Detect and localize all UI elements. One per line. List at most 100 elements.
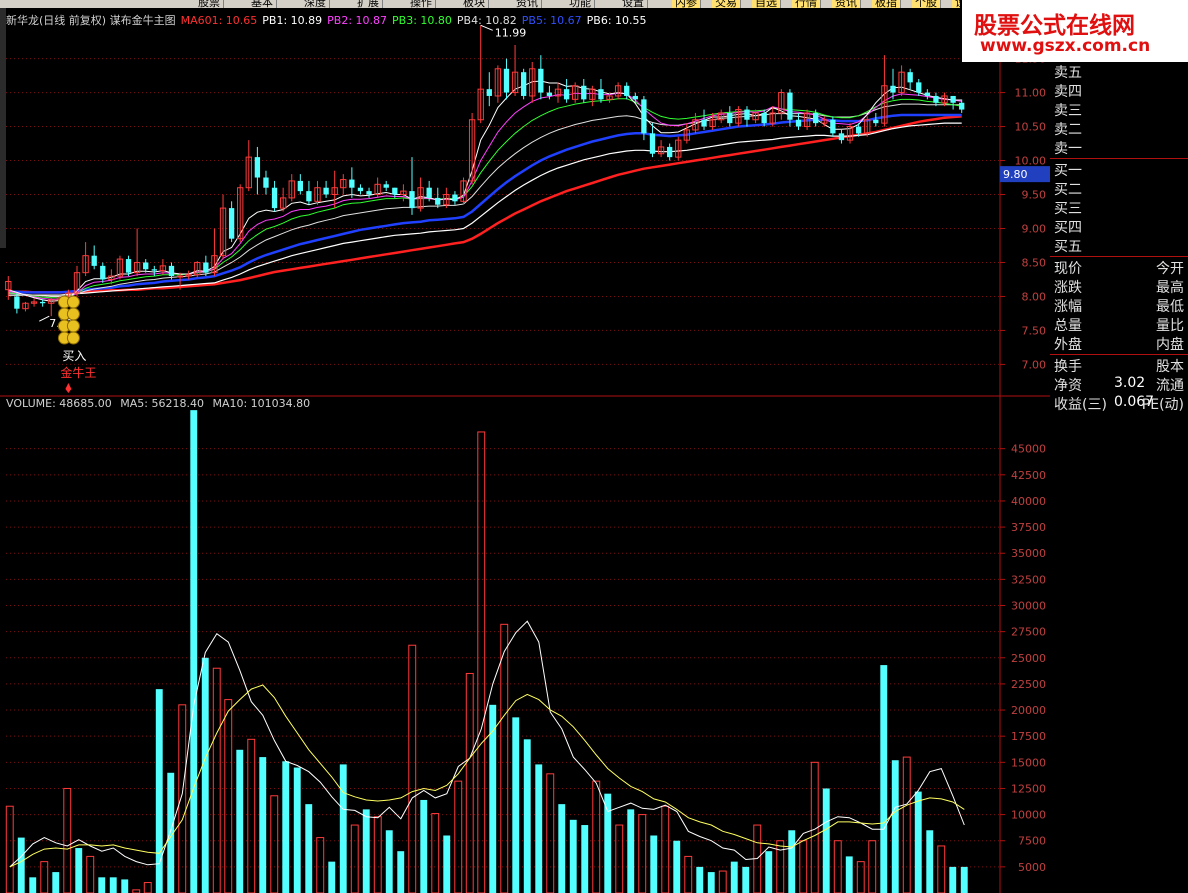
candle-body: [787, 92, 793, 120]
volume-bar: [546, 773, 555, 893]
volume-ma-line-ma10: [9, 684, 965, 868]
candle-body: [761, 112, 767, 124]
high-marker-line: [480, 24, 493, 31]
volume-bar: [926, 830, 934, 893]
volume-bar: [742, 866, 750, 893]
quote-panel: 卖五 卖四 卖三 卖二 卖一 买一 买二 买三 买四 买五 现价 今开 涨跌 最高 涨幅 最低 总量 量比 外盘 内盘…: [1050, 62, 1188, 893]
volume-bar: [454, 780, 463, 893]
volume-bar: [581, 825, 589, 893]
bid-row: 买二: [1054, 179, 1184, 198]
volume-bar: [569, 819, 577, 893]
site-logo: 股票公式在线网 www.gszx.com.cn: [962, 0, 1188, 62]
stock-chart[interactable]: 7.00 7.50 8.00 8.50 9.00 9.50 10.00 10.50 11.00 1…: [0, 0, 1050, 893]
volume-bar: [328, 861, 336, 893]
candle-body: [632, 95, 638, 100]
bid-row: 买五: [1054, 236, 1184, 255]
candle-body: [349, 179, 355, 188]
volume-bar: [627, 809, 635, 893]
volume-bar: [29, 877, 37, 893]
volume-bar: [86, 855, 95, 893]
candle-body: [830, 119, 836, 134]
ask-row: 卖三: [1054, 100, 1184, 119]
candle-body: [667, 146, 673, 158]
gold-coin-icon: [66, 319, 80, 333]
ask-row: 卖四: [1054, 81, 1184, 100]
volume-bar: [604, 793, 612, 893]
candle-body: [838, 133, 845, 141]
panel-divider: [1050, 256, 1188, 257]
volume-bar: [52, 872, 60, 893]
stat-row-label: 净资: [1054, 378, 1082, 394]
volume-bar: [684, 855, 693, 893]
volume-bar: [833, 840, 842, 893]
candle-body: [563, 89, 570, 100]
candle-body: [538, 68, 544, 93]
bid-row-label: 买一: [1054, 163, 1082, 179]
candle-body: [228, 208, 235, 239]
candle-body: [176, 275, 184, 278]
volume-bar: [339, 764, 347, 893]
price-tick-label: 7.00: [1022, 358, 1047, 371]
candle-body: [873, 119, 879, 124]
candle-body: [91, 255, 97, 266]
candle-body: [254, 157, 261, 178]
volume-bar: [673, 840, 681, 893]
candle-body: [366, 191, 372, 195]
price-tick-label: 8.00: [1022, 290, 1047, 303]
volume-bar: [443, 835, 451, 893]
candle-body: [426, 187, 432, 198]
volume-bar: [891, 760, 899, 893]
price-tick-label: 10.00: [1015, 155, 1047, 168]
volume-bar: [408, 644, 417, 893]
ask-row: 卖一: [1054, 138, 1184, 157]
candle-body: [486, 89, 492, 96]
candle-body: [744, 109, 750, 120]
buy-signal-label: 买入: [62, 349, 86, 363]
volume-bar: [661, 805, 670, 893]
stat-row-right-label: 量比: [1156, 318, 1184, 334]
volume-bar: [431, 813, 440, 893]
ma-line-pb3: [8, 98, 962, 299]
candle-body: [890, 85, 896, 93]
bid-row: 买四: [1054, 217, 1184, 236]
gold-coin-icon: [66, 307, 80, 321]
gold-coin-icon: [66, 295, 80, 309]
volume-tick-label: 15000: [1011, 756, 1046, 769]
volume-bar: [143, 882, 152, 893]
volume-bar: [615, 824, 624, 893]
stat-row-right-label: 最高: [1156, 280, 1184, 296]
candle-body: [409, 191, 415, 209]
stat-row: 净资 3.02 流通: [1054, 375, 1184, 394]
candle-body: [581, 85, 587, 100]
stat-row-right-label: 内盘: [1156, 337, 1184, 353]
volume-bar: [305, 804, 313, 893]
candle-body: [297, 180, 303, 192]
candle-body: [452, 194, 458, 202]
candle-body: [546, 92, 553, 96]
candle-body: [383, 184, 389, 188]
volume-bar: [40, 861, 49, 893]
volume-tick-label: 17500: [1011, 730, 1046, 743]
stat-row-right-label: 股本: [1156, 359, 1184, 375]
volume-bar: [63, 787, 72, 893]
volume-tick-label: 45000: [1011, 443, 1046, 456]
price-tick-label: 8.50: [1022, 256, 1047, 269]
volume-bar: [650, 835, 658, 893]
volume-bar: [316, 837, 325, 893]
ask-row-label: 卖五: [1054, 65, 1082, 81]
price-tick-label: 10.50: [1015, 121, 1047, 134]
volume-bar: [224, 699, 233, 893]
candle-body: [959, 102, 965, 110]
volume-tick-label: 12500: [1011, 782, 1046, 795]
volume-bar: [718, 870, 727, 893]
stat-row-right-label: 流通: [1156, 378, 1184, 394]
volume-bar: [880, 665, 888, 893]
ask-row-label: 卖四: [1054, 84, 1082, 100]
price-tick-label: 9.50: [1022, 189, 1047, 202]
candle-body: [323, 187, 329, 195]
panel-divider: [1050, 354, 1188, 355]
volume-bar: [523, 739, 531, 893]
volume-bar: [247, 738, 256, 893]
volume-bar: [535, 764, 543, 893]
stat-row: 涨幅 最低: [1054, 296, 1184, 315]
